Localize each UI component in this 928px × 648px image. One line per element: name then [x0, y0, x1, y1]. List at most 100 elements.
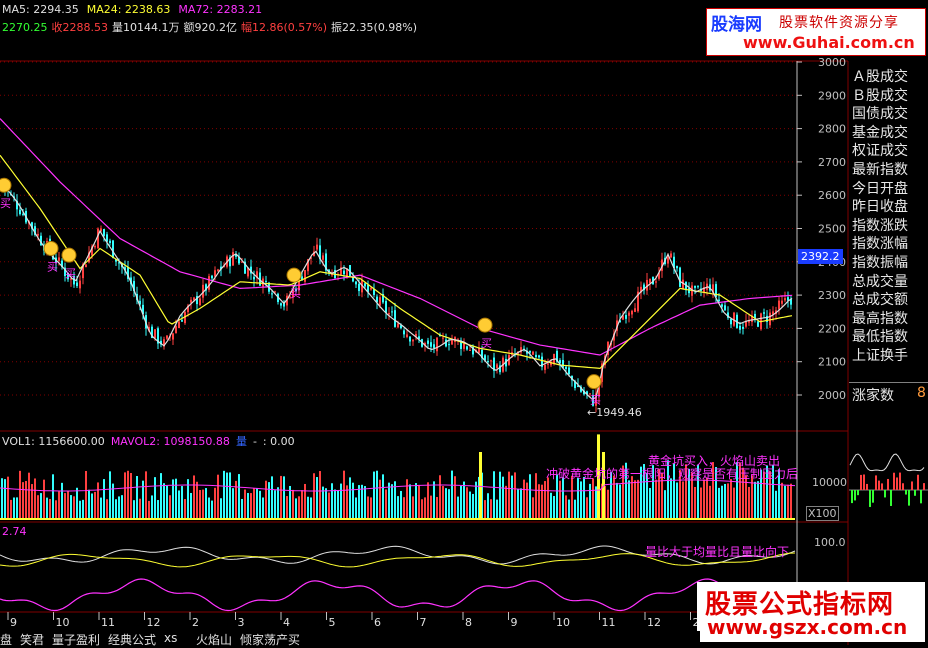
candle-body	[466, 346, 468, 350]
volume-bar	[256, 488, 258, 518]
volume-bar	[73, 496, 75, 518]
candle-body	[406, 334, 408, 337]
candle-body	[103, 228, 105, 236]
date-label: 4	[283, 616, 290, 629]
market-stat-label[interactable]: 基金成交	[849, 124, 928, 143]
low-price-annotation: ←1949.46	[587, 406, 642, 419]
volume-bar	[55, 500, 57, 518]
quote-header: 2270.25 收2288.53 量10144.1万 额920.2亿 幅12.86(0.…	[2, 19, 421, 35]
volume-bar	[34, 478, 36, 518]
candle-body	[58, 257, 60, 261]
volume-bar	[103, 479, 105, 518]
volume-bar	[424, 497, 426, 518]
volume-bar	[682, 481, 684, 518]
candle-body	[469, 349, 471, 352]
volume-bar	[535, 473, 537, 518]
candle-body	[676, 266, 678, 269]
volume-bar	[109, 471, 111, 518]
volume-bar	[574, 499, 576, 518]
candle-body	[649, 278, 651, 284]
market-stat-label[interactable]: 总成交量	[849, 273, 928, 292]
candle-body	[778, 300, 780, 310]
toolbar-formula-tab[interactable]: xs	[164, 631, 177, 645]
volume-bar	[196, 481, 198, 518]
volume-bar	[529, 474, 531, 518]
volume-bar	[730, 479, 732, 518]
price-axis-label: 2100	[818, 356, 846, 369]
market-stat-label[interactable]: 指数振幅	[849, 254, 928, 273]
market-stat-label[interactable]: Ａ股成交	[849, 68, 928, 87]
volume-bar	[457, 496, 459, 518]
volume-bar	[310, 497, 312, 518]
toolbar-formula-tab[interactable]: 火焰山	[196, 631, 232, 648]
toolbar-formula-tab[interactable]: 量子盈利	[52, 631, 100, 648]
candle-body	[280, 303, 282, 306]
market-stat-label[interactable]: 最高指数	[849, 310, 928, 329]
candle-body	[403, 330, 405, 335]
price-axis-label: 2300	[818, 289, 846, 302]
volume-bar	[349, 477, 351, 518]
mini-volume-bar	[875, 475, 877, 490]
mini-volume-bar	[872, 490, 874, 503]
mini-volume-bar	[899, 472, 901, 490]
ma5-line	[0, 181, 793, 400]
price-axis-label: 2700	[818, 156, 846, 169]
buy-coin-icon	[0, 177, 12, 193]
volume-bar	[226, 472, 228, 518]
volume-bar	[448, 489, 450, 518]
volume-bar	[724, 483, 726, 518]
volume-bar	[139, 498, 141, 518]
market-stat-label[interactable]: 指数涨幅	[849, 235, 928, 254]
volume-bar	[124, 472, 126, 518]
toolbar-formula-tab[interactable]: 倾家荡产买	[240, 631, 300, 648]
watermark-brand: 股海网	[711, 15, 762, 35]
market-stat-label[interactable]: 今日开盘	[849, 180, 928, 199]
volume-bar	[280, 475, 282, 518]
watermark-bottom-url: www.gszx.com.cn	[707, 615, 908, 639]
volume-bar	[76, 487, 78, 518]
market-stat-label[interactable]: 上证换手	[849, 347, 928, 366]
candle-body	[448, 344, 450, 346]
market-stat-label[interactable]: 指数涨跌	[849, 217, 928, 236]
market-stat-label[interactable]: 国债成交	[849, 105, 928, 124]
market-stat-label[interactable]: 昨日收盘	[849, 198, 928, 217]
volume-bar	[562, 477, 564, 518]
volume-bar	[502, 476, 504, 518]
toolbar-formula-tab[interactable]: 经典公式	[108, 631, 156, 648]
volume-bar	[331, 483, 333, 518]
market-stat-label[interactable]: 总成交额	[849, 291, 928, 310]
market-stat-label[interactable]: 最新指数	[849, 161, 928, 180]
candle-body	[304, 269, 306, 282]
volume-bar	[649, 488, 651, 518]
mini-volume-bar	[860, 474, 862, 490]
volume-bar	[637, 479, 639, 518]
volume-bar	[319, 471, 321, 518]
volume-bar	[586, 497, 588, 518]
header-item: 量	[235, 435, 247, 448]
volume-bar	[283, 476, 285, 518]
volume-bar	[361, 484, 363, 518]
candle-body	[631, 310, 633, 315]
candle-body	[544, 365, 546, 370]
mini-volume-bar	[911, 481, 913, 490]
market-stat-label[interactable]: 权证成交	[849, 142, 928, 161]
toolbar-formula-tab[interactable]: 笑君	[20, 631, 44, 648]
volume-bar	[37, 495, 39, 518]
mini-volume-bar	[905, 490, 907, 495]
market-stat-label[interactable]: Ｂ股成交	[849, 87, 928, 106]
candle-body	[409, 336, 411, 342]
volume-bar	[10, 499, 12, 518]
market-stat-label[interactable]: 最低指数	[849, 328, 928, 347]
volume-bar	[397, 496, 399, 518]
candle-body	[739, 325, 741, 330]
volume-bar	[91, 493, 93, 518]
volume-bar	[532, 497, 534, 518]
toolbar-formula-tab[interactable]: 盘	[0, 631, 12, 648]
mini-volume-bar	[851, 490, 853, 504]
mini-price-line	[849, 453, 925, 472]
mini-volume-bar	[881, 483, 883, 490]
volume-bar	[655, 479, 657, 518]
volume-bar	[553, 496, 555, 518]
volume-bar	[727, 483, 729, 518]
volume-bar	[265, 480, 267, 518]
